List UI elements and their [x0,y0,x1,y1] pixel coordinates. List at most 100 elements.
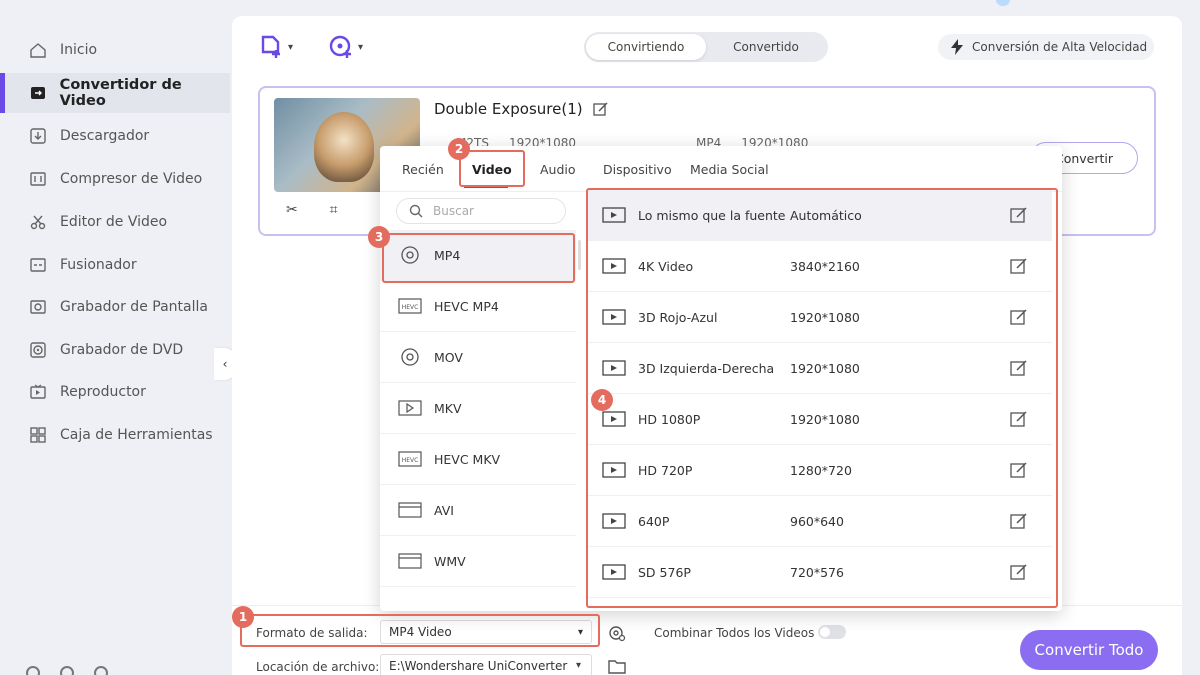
sidebar-item-label: Grabador de DVD [60,342,184,358]
scissors-icon [28,212,48,232]
add-dvd-button[interactable]: ▾ [328,34,363,60]
notification-icon[interactable] [60,666,74,675]
search-placeholder: Buscar [433,204,474,218]
high-speed-label: Conversión de Alta Velocidad [972,40,1148,54]
format-item-mkv[interactable]: MKV [380,383,576,434]
film-format-icon [398,551,422,571]
converter-icon [28,83,48,103]
high-speed-toggle[interactable]: Conversión de Alta Velocidad [938,34,1154,60]
add-file-icon [261,35,280,58]
tab-convirtiendo[interactable]: Convirtiendo [586,34,706,60]
format-item-mov[interactable]: MOV [380,332,576,383]
sidebar-item-label: Inicio [60,42,98,58]
file-location-select[interactable]: E:\Wondershare UniConverter [380,654,592,675]
format-item-wmv[interactable]: WMV [380,536,576,587]
svg-text:HEVC: HEVC [402,457,419,464]
file-location-label: Locación de archivo: [256,660,380,674]
format-item-hevc-mp4[interactable]: HEVC HEVC MP4 [380,281,576,332]
format-item-avi[interactable]: AVI [380,485,576,536]
sidebar-item-compresor[interactable]: Compresor de Video [0,159,230,199]
settings-icon[interactable] [608,624,626,642]
compress-icon [28,169,48,189]
sidebar-item-descargador[interactable]: Descargador [0,116,230,156]
home-icon [28,40,48,60]
account-icon[interactable] [996,0,1010,6]
lightning-icon [951,39,963,55]
file-location-value: E:\Wondershare UniConverter [389,659,568,673]
sidebar-item-label: Caja de Herramientas [60,427,213,443]
sidebar-item-grabador-pantalla[interactable]: Grabador de Pantalla [0,287,230,327]
tab-recien[interactable]: Recién [402,162,444,177]
svg-text:HEVC: HEVC [402,304,419,311]
tab-media-social[interactable]: Media Social [690,162,769,177]
help-icon[interactable] [26,666,40,675]
video-format-icon [398,398,422,418]
annotation-badge: 4 [591,389,613,411]
format-label: WMV [434,553,466,569]
sidebar-item-reproductor[interactable]: Reproductor [0,372,230,412]
conversion-status-tabs: Convirtiendo Convertido [584,32,828,62]
sidebar-item-label: Grabador de Pantalla [60,299,208,315]
chevron-down-icon: ▾ [358,41,364,53]
convert-all-button[interactable]: Convertir Todo [1020,630,1158,670]
tab-convertido[interactable]: Convertido [706,34,826,60]
sidebar-item-label: Editor de Video [60,214,168,230]
film-format-icon [398,500,422,520]
annotation-box-output-format [240,614,600,647]
trim-icon[interactable]: ✂ [286,202,298,218]
tab-dispositivo[interactable]: Dispositivo [603,162,672,177]
merge-all-label: Combinar Todos los Videos [654,626,815,640]
edit-icon[interactable] [592,101,609,117]
format-label: MKV [434,400,462,416]
sidebar-item-inicio[interactable]: Inicio [0,30,230,70]
screen-record-icon [28,297,48,317]
sidebar-item-convertidor[interactable]: Convertidor de Video [0,73,230,113]
sidebar-item-editor[interactable]: Editor de Video [0,202,230,242]
format-item-hevc-mkv[interactable]: HEVC HEVC MKV [380,434,576,485]
tab-audio[interactable]: Audio [540,162,576,177]
video-tools: ✂ ⌗ [286,202,338,218]
annotation-box-presets [586,188,1058,608]
format-list: MP4 HEVC HEVC MP4 MOV MKV HEVC HEVC MKV … [380,230,576,611]
hevc-format-icon: HEVC [398,296,422,316]
annotation-box-video-tab [459,150,525,187]
toolbox-icon [28,425,48,445]
merge-icon [28,255,48,275]
crop-icon[interactable]: ⌗ [330,202,338,218]
add-file-button[interactable]: ▾ [258,34,293,60]
sidebar-item-fusionador[interactable]: Fusionador [0,245,230,285]
annotation-badge: 3 [368,226,390,248]
feedback-icon[interactable] [94,666,108,675]
annotation-badge: 1 [232,606,254,628]
hevc-format-icon: HEVC [398,449,422,469]
format-list-scrollbar[interactable] [578,240,581,270]
format-search-input[interactable]: Buscar [396,198,566,224]
sidebar-item-label: Compresor de Video [60,171,203,187]
annotation-badge: 2 [448,138,470,160]
add-disc-icon [329,35,351,58]
sidebar-item-caja-herramientas[interactable]: Caja de Herramientas [0,415,230,455]
format-label: MOV [434,349,463,365]
download-icon [28,126,48,146]
player-icon [28,382,48,402]
dvd-icon [28,340,48,360]
sidebar-item-grabador-dvd[interactable]: Grabador de DVD [0,330,230,370]
sidebar-footer-icons [26,666,108,675]
sidebar-item-label: Reproductor [60,384,146,400]
format-label: AVI [434,502,454,518]
annotation-box-mp4 [382,233,575,283]
search-icon [409,204,423,218]
chevron-down-icon[interactable]: ▾ [576,660,581,671]
sidebar-item-label: Fusionador [60,257,137,273]
format-label: HEVC MKV [434,451,501,467]
video-title-text: Double Exposure(1) [434,100,583,118]
sidebar-item-label: Convertidor de Video [59,77,182,109]
video-title: Double Exposure(1) [434,100,609,118]
disc-format-icon [398,347,422,367]
chevron-down-icon: ▾ [288,41,294,53]
sidebar-item-label: Descargador [60,128,150,144]
folder-icon[interactable] [608,658,626,674]
format-label: HEVC MP4 [434,298,499,314]
sidebar: Inicio Convertidor de Video Descargador … [0,0,230,675]
merge-all-toggle[interactable] [818,625,846,639]
